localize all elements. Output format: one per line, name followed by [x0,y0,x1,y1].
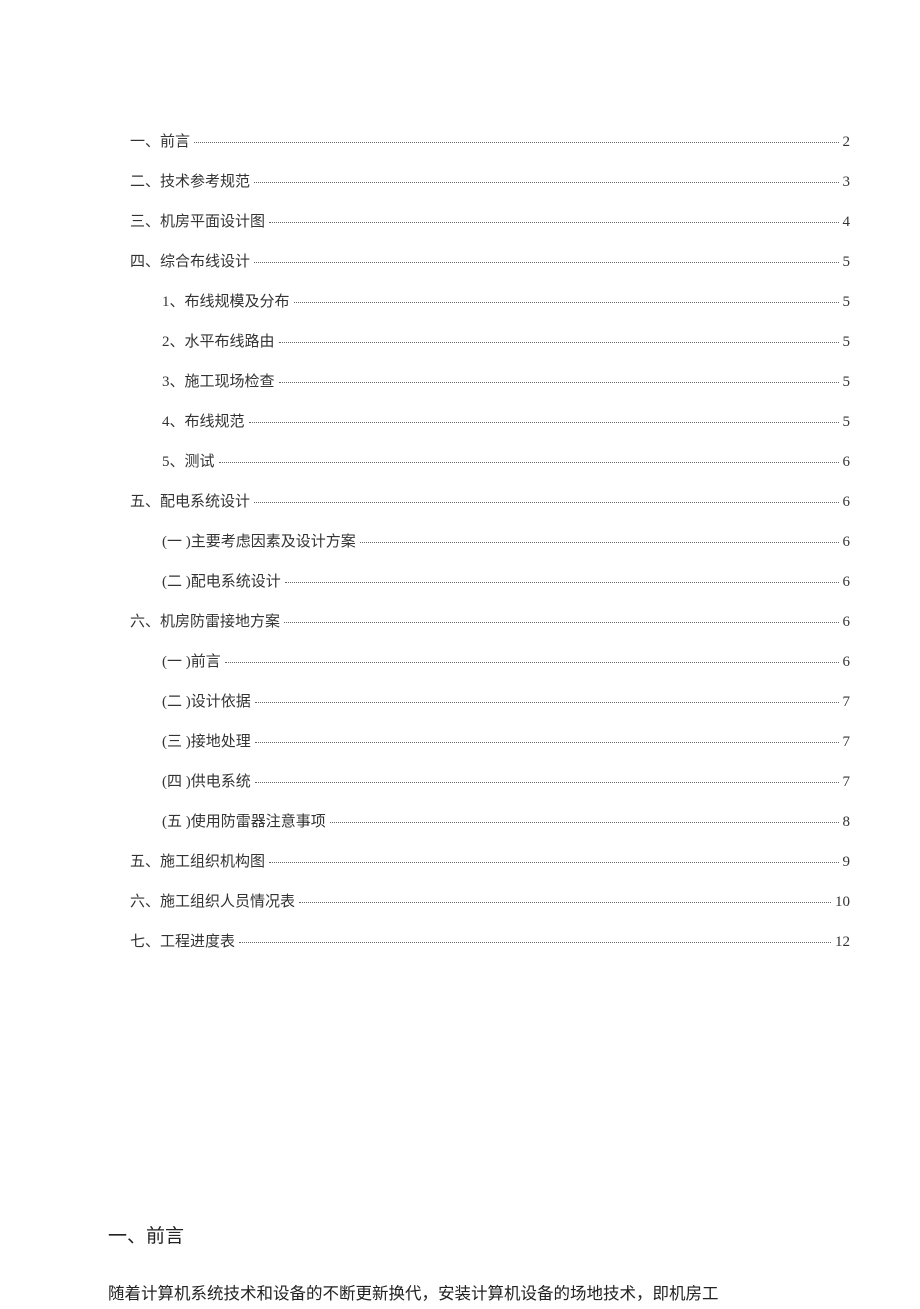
toc-leader-dots [279,382,839,383]
toc-entry-page: 8 [843,814,851,831]
toc-entry-label: 五、配电系统设计 [130,490,250,511]
toc-entry-page: 9 [843,854,851,871]
toc-entry-label: (一 )前言 [162,650,221,671]
toc-entry-page: 2 [843,134,851,151]
toc-entry[interactable]: (一 )前言 6 [130,650,850,671]
toc-entry-page: 5 [843,374,851,391]
toc-leader-dots [269,222,838,223]
toc-entry-label: 1、布线规模及分布 [162,290,290,311]
toc-entry-page: 5 [843,254,851,271]
toc-entry[interactable]: 三、机房平面设计图 4 [130,210,850,231]
body-paragraph: 随着计算机系统技术和设备的不断更新换代，安装计算机设备的场地技术，即机房工 [108,1278,850,1309]
toc-entry[interactable]: 3、施工现场检查 5 [130,370,850,391]
toc-leader-dots [284,622,838,623]
toc-entry-page: 6 [843,454,851,471]
toc-entry[interactable]: 4、布线规范 5 [130,410,850,431]
toc-entry-label: 三、机房平面设计图 [130,210,265,231]
toc-entry-page: 6 [843,534,851,551]
toc-entry-label: 一、前言 [130,130,190,151]
toc-entry-label: (五 )使用防雷器注意事项 [162,810,326,831]
toc-entry[interactable]: (四 )供电系统 7 [130,770,850,791]
toc-entry[interactable]: 五、配电系统设计 6 [130,490,850,511]
toc-entry-label: (二 )设计依据 [162,690,251,711]
toc-leader-dots [254,502,838,503]
toc-entry[interactable]: 四、综合布线设计 5 [130,250,850,271]
toc-entry[interactable]: 五、施工组织机构图 9 [130,850,850,871]
toc-entry[interactable]: 5、测试 6 [130,450,850,471]
toc-entry-label: 六、机房防雷接地方案 [130,610,280,631]
toc-entry-label: (四 )供电系统 [162,770,251,791]
toc-leader-dots [279,342,839,343]
toc-leader-dots [239,942,831,943]
toc-entry-page: 12 [835,934,850,951]
toc-leader-dots [285,582,839,583]
toc-leader-dots [255,742,839,743]
toc-entry-page: 5 [843,294,851,311]
toc-entry[interactable]: 七、工程进度表 12 [130,930,850,951]
toc-entry-label: 六、施工组织人员情况表 [130,890,295,911]
toc-entry-label: 五、施工组织机构图 [130,850,265,871]
table-of-contents: 一、前言2二、技术参考规范3三、机房平面设计图4四、综合布线设计51、布线规模及… [130,130,850,951]
toc-entry-page: 6 [843,494,851,511]
toc-entry-page: 6 [843,614,851,631]
toc-entry-label: (三 )接地处理 [162,730,251,751]
toc-entry-label: 七、工程进度表 [130,930,235,951]
toc-entry[interactable]: 一、前言 2 [130,130,850,151]
toc-leader-dots [299,902,831,903]
toc-leader-dots [255,702,839,703]
toc-entry[interactable]: 二、技术参考规范 3 [130,170,850,191]
toc-leader-dots [194,142,838,143]
toc-entry[interactable]: (一 )主要考虑因素及设计方案 6 [130,530,850,551]
toc-entry-page: 7 [843,694,851,711]
toc-entry-label: 4、布线规范 [162,410,245,431]
toc-entry-label: 二、技术参考规范 [130,170,250,191]
toc-entry[interactable]: 六、机房防雷接地方案 6 [130,610,850,631]
toc-entry-page: 7 [843,734,851,751]
toc-entry[interactable]: 六、施工组织人员情况表 10 [130,890,850,911]
toc-entry-label: 2、水平布线路由 [162,330,275,351]
toc-entry[interactable]: (二 )设计依据 7 [130,690,850,711]
toc-entry-label: 5、测试 [162,450,215,471]
toc-leader-dots [294,302,839,303]
toc-entry-label: (二 )配电系统设计 [162,570,281,591]
toc-entry-page: 6 [843,654,851,671]
toc-entry[interactable]: (三 )接地处理 7 [130,730,850,751]
toc-leader-dots [219,462,839,463]
toc-entry-label: (一 )主要考虑因素及设计方案 [162,530,356,551]
toc-leader-dots [254,182,838,183]
toc-entry-label: 四、综合布线设计 [130,250,250,271]
toc-entry-page: 7 [843,774,851,791]
toc-entry-page: 5 [843,414,851,431]
toc-entry[interactable]: 2、水平布线路由 5 [130,330,850,351]
toc-entry-page: 10 [835,894,850,911]
toc-leader-dots [269,862,838,863]
toc-leader-dots [225,662,839,663]
toc-entry-page: 5 [843,334,851,351]
toc-leader-dots [255,782,839,783]
toc-entry-page: 6 [843,574,851,591]
toc-entry[interactable]: (五 )使用防雷器注意事项 8 [130,810,850,831]
toc-entry-page: 3 [843,174,851,191]
toc-leader-dots [254,262,838,263]
toc-leader-dots [360,542,839,543]
section-heading-preface: 一、前言 [108,1221,850,1248]
toc-leader-dots [249,422,839,423]
toc-entry-label: 3、施工现场检查 [162,370,275,391]
toc-entry[interactable]: 1、布线规模及分布 5 [130,290,850,311]
toc-leader-dots [330,822,839,823]
toc-entry[interactable]: (二 )配电系统设计 6 [130,570,850,591]
toc-entry-page: 4 [843,214,851,231]
